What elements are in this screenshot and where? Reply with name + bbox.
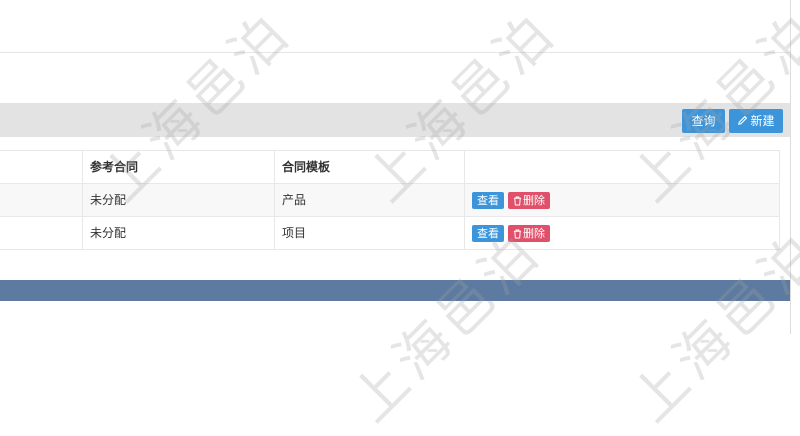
- contract-template-cell: 项目: [274, 217, 464, 249]
- column-header-actions: [464, 151, 779, 183]
- window-edge: [790, 0, 800, 334]
- view-button[interactable]: 查看: [472, 225, 504, 242]
- actions-cell: 查看 删除: [464, 217, 779, 249]
- table-header-row: 参考合同 合同模板: [0, 151, 779, 184]
- filter-panel: [0, 0, 791, 53]
- view-button[interactable]: 查看: [472, 192, 504, 209]
- delete-button-label: 删除: [523, 227, 545, 240]
- query-button[interactable]: 查询: [682, 109, 725, 133]
- contract-table: 参考合同 合同模板 未分配 产品 查看 删除 未分配 项目 查看 删除: [0, 150, 780, 250]
- trash-icon: [513, 229, 522, 239]
- contract-template-cell: 产品: [274, 184, 464, 216]
- new-button-label: 新建: [750, 114, 775, 128]
- ref-contract-cell: 未分配: [82, 217, 274, 249]
- new-button[interactable]: 新建: [729, 109, 783, 133]
- delete-button[interactable]: 删除: [508, 225, 550, 242]
- footer-bar: [0, 280, 790, 301]
- column-header-contract-template[interactable]: 合同模板: [274, 151, 464, 183]
- actions-cell: 查看 删除: [464, 184, 779, 216]
- ref-contract-cell: 未分配: [82, 184, 274, 216]
- column-header-ref-contract[interactable]: 参考合同: [82, 151, 274, 183]
- pencil-icon: [738, 115, 748, 125]
- delete-button-label: 删除: [523, 194, 545, 207]
- delete-button[interactable]: 删除: [508, 192, 550, 209]
- table-row[interactable]: 未分配 产品 查看 删除: [0, 184, 779, 217]
- action-toolbar: 查询 新建: [0, 103, 790, 137]
- trash-icon: [513, 196, 522, 206]
- table-row[interactable]: 未分配 项目 查看 删除: [0, 217, 779, 250]
